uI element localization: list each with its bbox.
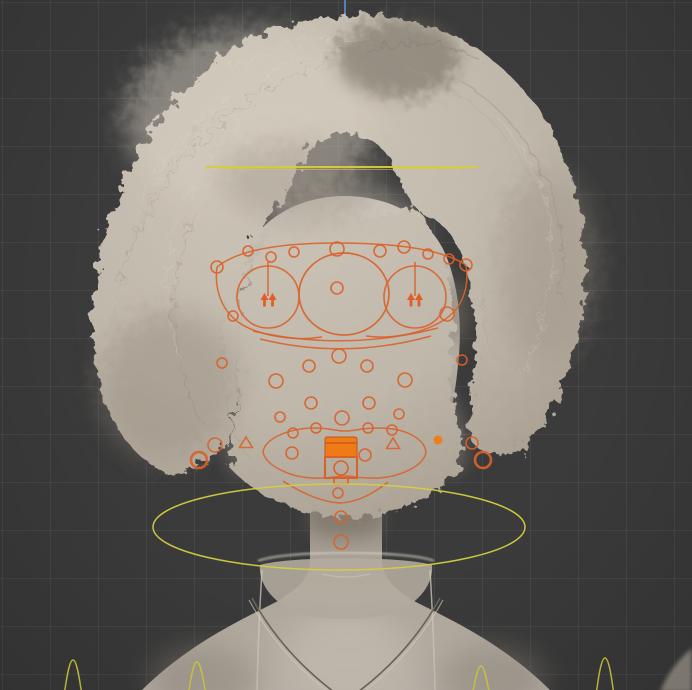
model-scene — [64, 0, 692, 690]
jaw-widget-filled-rect[interactable] — [324, 436, 358, 458]
spike-control-curve[interactable] — [64, 659, 82, 690]
3d-viewport[interactable] — [0, 0, 692, 690]
rig-control-dot[interactable] — [433, 435, 443, 445]
rig-control-ring[interactable] — [473, 450, 493, 470]
spike-control-curve[interactable] — [596, 657, 614, 690]
